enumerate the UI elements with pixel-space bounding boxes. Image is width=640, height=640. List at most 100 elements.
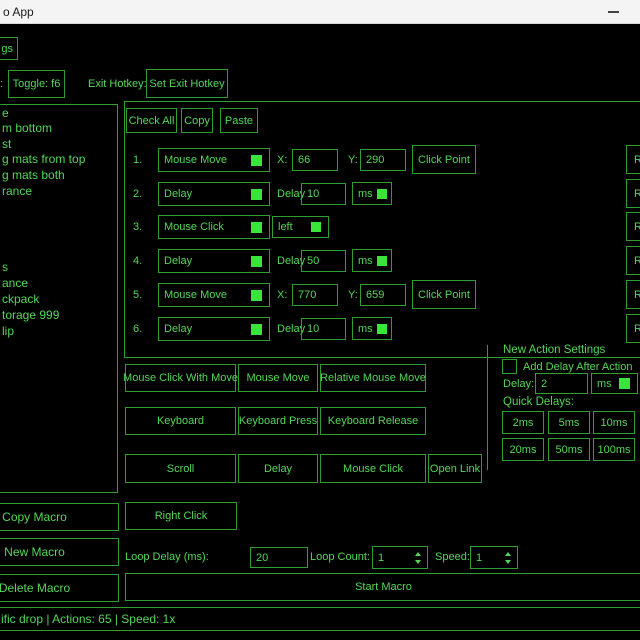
dropdown-indicator-icon	[311, 222, 321, 232]
button-label: Right Click	[155, 510, 208, 522]
minimize-icon	[608, 11, 619, 13]
delete-macro-button[interactable]: Delete Macro	[0, 574, 119, 602]
y-value: 290	[366, 154, 384, 166]
delay-input[interactable]: 10	[301, 318, 346, 340]
click-point-button[interactable]: Click Point	[412, 280, 476, 309]
y-input[interactable]: 290	[360, 149, 406, 171]
new-delay-unit-dropdown[interactable]: ms	[591, 373, 638, 394]
button-label: Mouse Click With Move	[123, 372, 238, 384]
button-label: Open Link	[430, 463, 480, 475]
start-macro-label: Start Macro	[355, 581, 412, 593]
remove-action-button[interactable]: R	[626, 246, 640, 275]
action-type-dropdown[interactable]: Mouse Click	[158, 215, 270, 239]
add-mouse-move-button[interactable]: Mouse Move	[238, 364, 318, 392]
button-label: Keyboard Release	[328, 415, 419, 427]
add-right-click-button[interactable]: Right Click	[125, 502, 237, 530]
click-point-button[interactable]: Click Point	[412, 145, 476, 174]
add-keyboard-press-button[interactable]: Keyboard Press	[238, 407, 318, 435]
dropdown-indicator-icon	[251, 324, 262, 335]
macro-list-item[interactable]: m bottom	[2, 121, 52, 136]
delay-unit-dropdown[interactable]: ms	[352, 249, 392, 272]
quick-delay-label: 10ms	[601, 417, 628, 429]
copy-label: Copy	[184, 115, 210, 127]
copy-macro-label: Copy Macro	[2, 510, 67, 524]
remove-action-button[interactable]: R	[626, 280, 640, 309]
settings-panel-divider	[487, 345, 488, 470]
quick-delay-5ms-button[interactable]: 5ms	[548, 411, 590, 434]
new-delay-label: Delay:	[503, 378, 534, 390]
delay-unit-value: ms	[358, 188, 373, 200]
dropdown-indicator-icon	[377, 324, 387, 334]
y-input[interactable]: 659	[360, 284, 406, 306]
dropdown-indicator-icon	[251, 189, 262, 200]
spin-down-icon[interactable]	[415, 560, 421, 564]
add-scroll-button[interactable]: Scroll	[125, 454, 236, 483]
spin-up-icon[interactable]	[415, 552, 421, 556]
delay-input[interactable]: 50	[301, 250, 346, 272]
mouse-button-dropdown[interactable]: left	[272, 216, 329, 238]
macro-list-item[interactable]: e	[2, 106, 9, 121]
action-type-dropdown[interactable]: Delay	[158, 182, 270, 206]
minimize-button[interactable]	[590, 0, 636, 24]
mouse-button-value: left	[278, 221, 293, 233]
add-mouse-click-button[interactable]: Mouse Click	[320, 454, 426, 483]
quick-delay-100ms-button[interactable]: 100ms	[593, 438, 635, 461]
set-exit-hotkey-button[interactable]: Set Exit Hotkey	[146, 69, 228, 98]
new-macro-button[interactable]: New Macro	[0, 538, 119, 566]
dropdown-indicator-icon	[251, 222, 262, 233]
tab-settings[interactable]: gs	[0, 37, 18, 60]
add-delay-checkbox-label: Add Delay After Action	[523, 361, 632, 373]
remove-action-button[interactable]: R	[626, 179, 640, 208]
speed-spinner[interactable]: 1	[470, 546, 518, 569]
loop-count-label: Loop Count:	[310, 551, 370, 563]
button-label: Keyboard Press	[239, 415, 317, 427]
y-label: Y:	[348, 280, 358, 310]
x-value: 770	[298, 289, 316, 301]
loop-delay-input[interactable]: 20	[250, 547, 308, 568]
loop-count-spinner[interactable]: 1	[372, 546, 428, 569]
quick-delay-10ms-button[interactable]: 10ms	[593, 411, 635, 434]
delay-unit-dropdown[interactable]: ms	[352, 317, 392, 340]
toggle-hotkey-button[interactable]: Toggle: f6	[8, 70, 65, 98]
delay-unit-dropdown[interactable]: ms	[352, 182, 392, 205]
spin-up-icon[interactable]	[505, 552, 511, 556]
action-type-value: Delay	[164, 188, 192, 200]
y-value: 659	[366, 289, 384, 301]
remove-action-button[interactable]: R	[626, 212, 640, 241]
add-open-link-button[interactable]: Open Link	[428, 454, 482, 483]
paste-button[interactable]: Paste	[220, 108, 258, 133]
set-exit-hotkey-button-label: Set Exit Hotkey	[149, 78, 224, 90]
delay-unit-value: ms	[358, 323, 373, 335]
button-label: Keyboard	[157, 415, 204, 427]
new-delay-input[interactable]: 2	[535, 373, 588, 394]
quick-delay-2ms-button[interactable]: 2ms	[502, 411, 544, 434]
x-input[interactable]: 770	[292, 284, 338, 306]
dropdown-indicator-icon	[377, 256, 387, 266]
copy-macro-button[interactable]: Copy Macro	[0, 503, 119, 531]
quick-delay-20ms-button[interactable]: 20ms	[502, 438, 544, 461]
add-delay-button[interactable]: Delay	[238, 454, 318, 483]
action-type-dropdown[interactable]: Delay	[158, 249, 270, 273]
check-all-button[interactable]: Check All	[126, 108, 177, 133]
add-delay-checkbox[interactable]	[502, 359, 517, 374]
delay-value: 50	[307, 255, 319, 267]
x-input[interactable]: 66	[292, 149, 338, 171]
remove-action-button[interactable]: R	[626, 314, 640, 343]
quick-delay-50ms-button[interactable]: 50ms	[548, 438, 590, 461]
add-keyboard-button[interactable]: Keyboard	[125, 407, 236, 435]
remove-action-button[interactable]: R	[626, 145, 640, 174]
status-bar: ific drop | Actions: 65 | Speed: 1x	[0, 607, 640, 631]
delay-input[interactable]: 10	[301, 183, 346, 205]
add-mouse-click-with-move-button[interactable]: Mouse Click With Move	[125, 364, 236, 392]
quick-delays-label: Quick Delays:	[503, 396, 574, 408]
start-macro-button[interactable]: Start Macro	[125, 573, 640, 601]
action-type-dropdown[interactable]: Delay	[158, 317, 270, 341]
action-type-dropdown[interactable]: Mouse Move	[158, 148, 270, 172]
remove-label: R	[634, 289, 640, 301]
copy-button[interactable]: Copy	[181, 108, 213, 133]
action-number: 5.	[133, 280, 142, 310]
action-type-dropdown[interactable]: Mouse Move	[158, 283, 270, 307]
spin-down-icon[interactable]	[505, 560, 511, 564]
add-keyboard-release-button[interactable]: Keyboard Release	[320, 407, 426, 435]
add-relative-mouse-move-button[interactable]: Relative Mouse Move	[320, 364, 426, 392]
